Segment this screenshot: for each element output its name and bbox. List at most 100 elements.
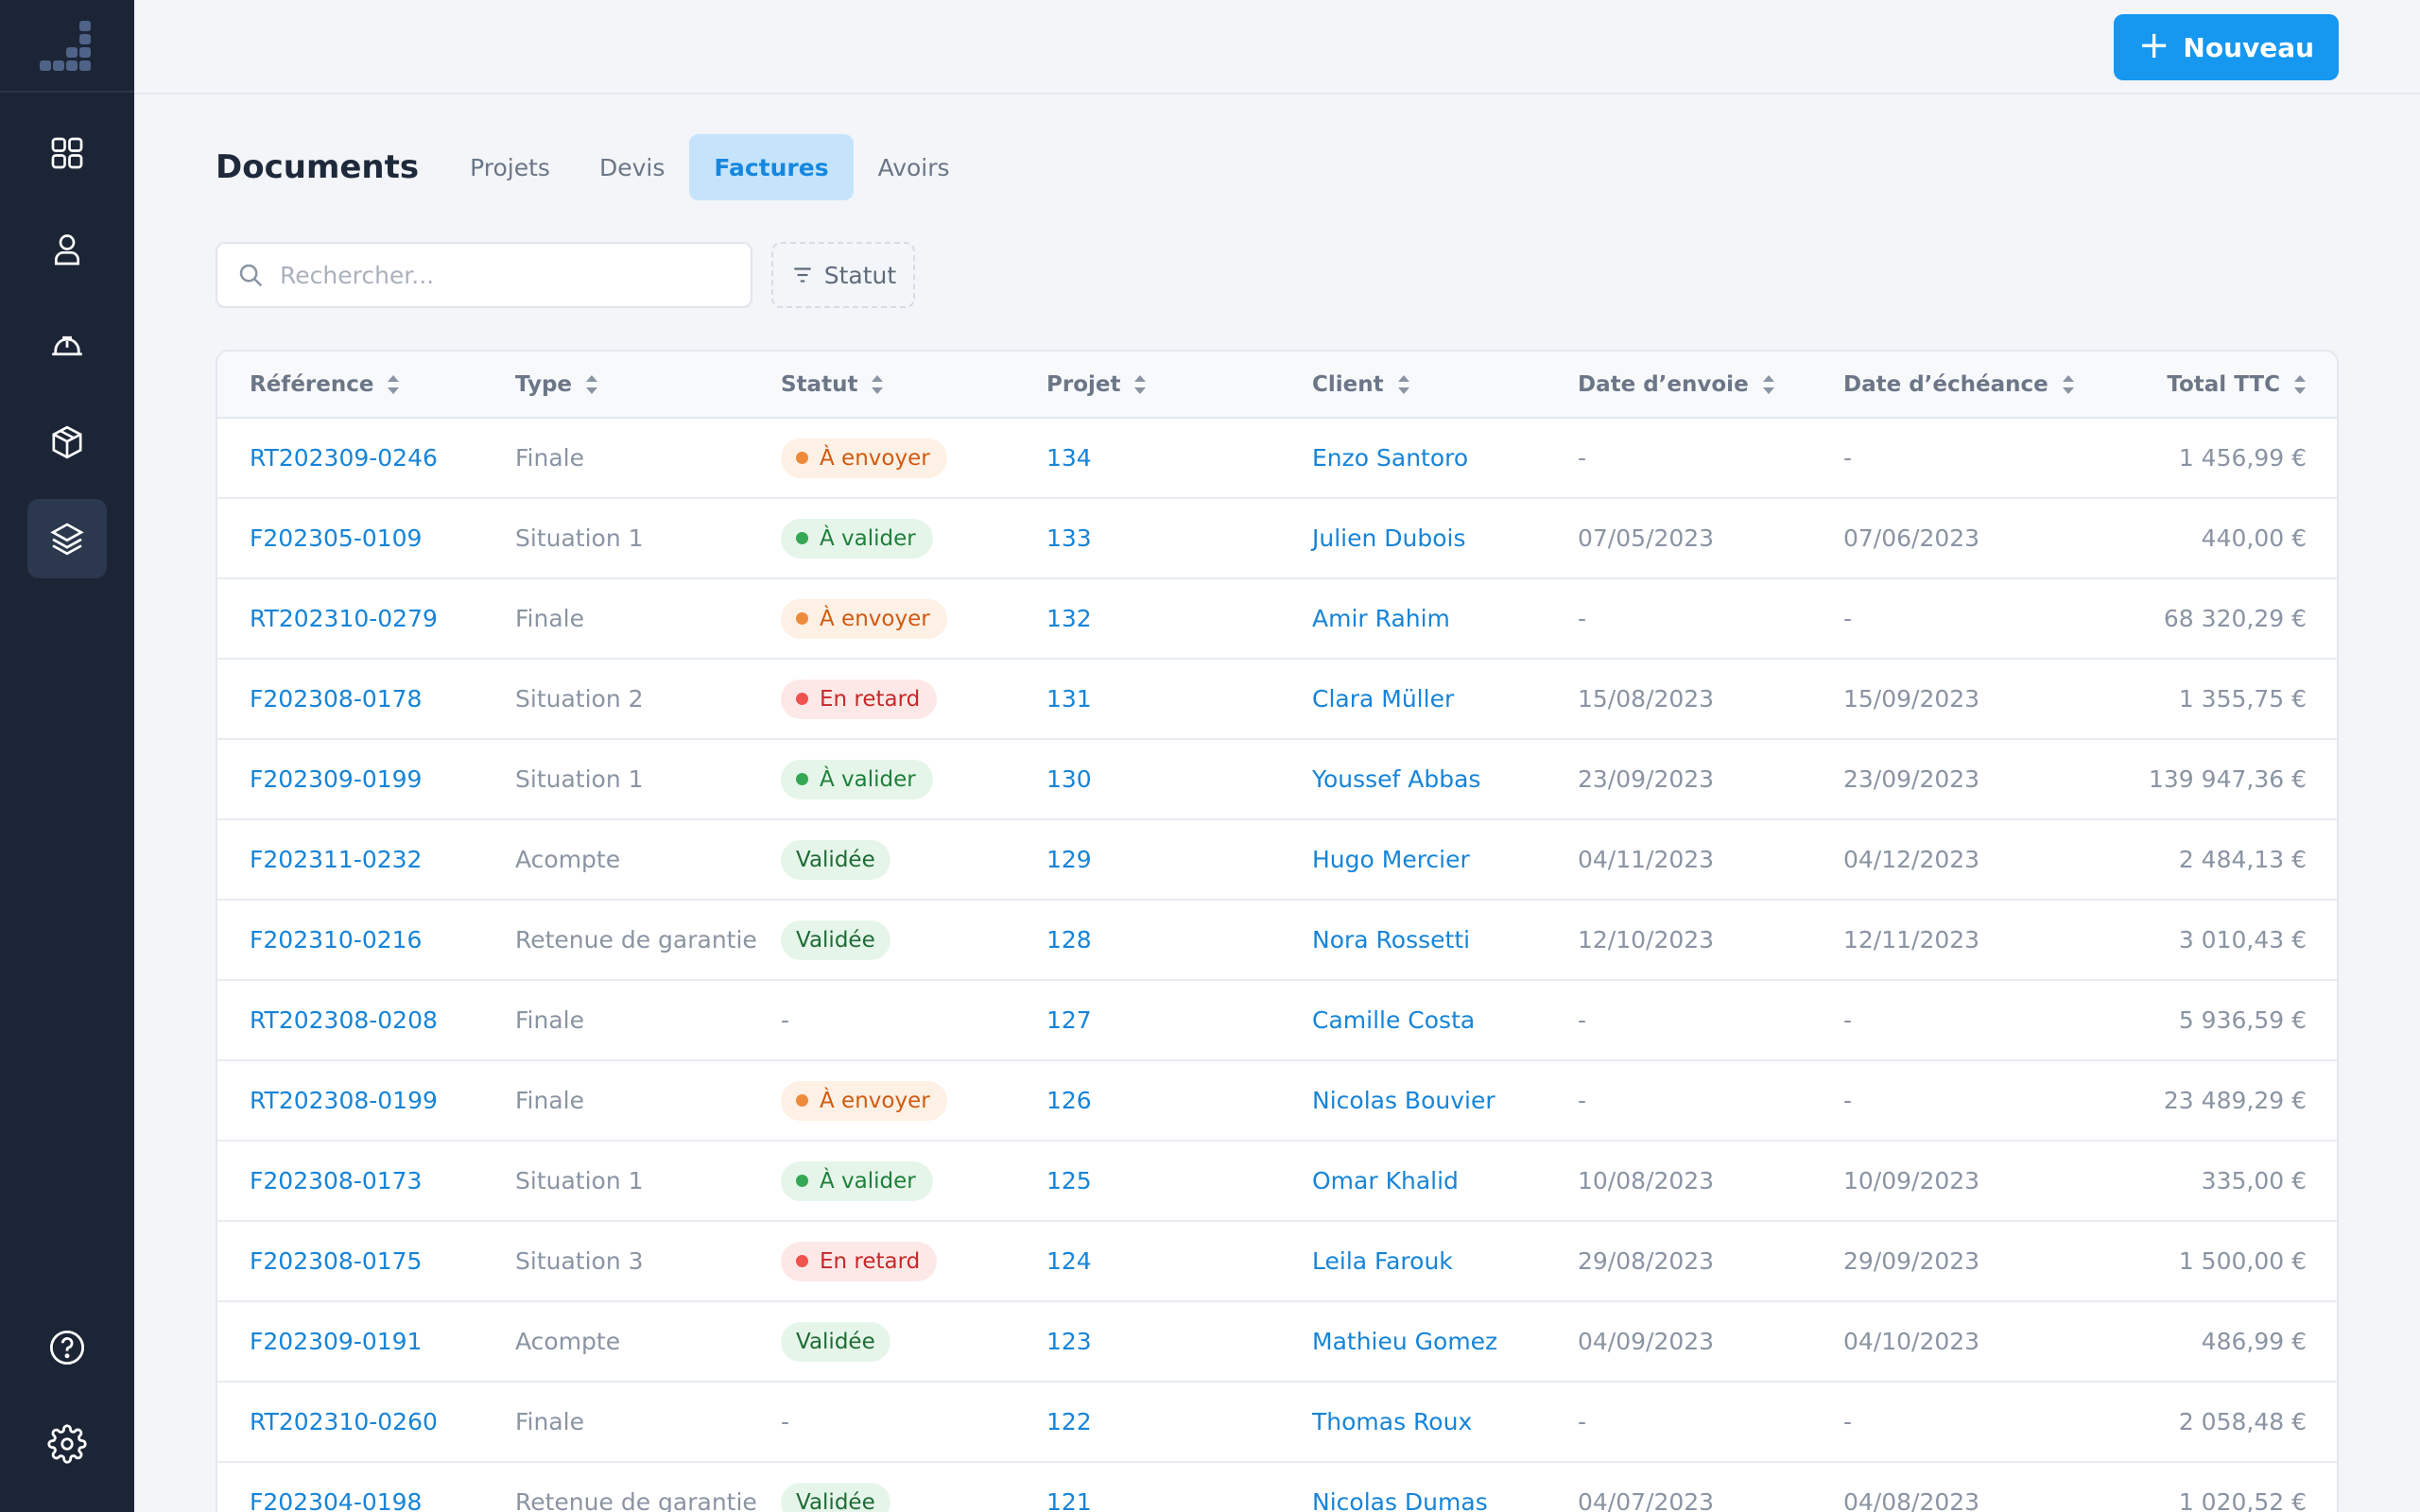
table-row[interactable]: F202304-0198 Retenue de garantie Validée 12… (217, 1462, 2337, 1512)
tab-devis[interactable]: Devis (575, 134, 689, 200)
col-statut-header[interactable]: Statut (749, 352, 1014, 419)
logo[interactable] (0, 0, 134, 93)
sidebar-item-clients[interactable] (27, 210, 107, 289)
table-row[interactable]: F202308-0175 Situation 3 En retard 124 Leila… (217, 1221, 2337, 1302)
project-link[interactable]: 122 (1014, 1382, 1280, 1463)
reference-link[interactable]: RT202310-0279 (217, 578, 483, 660)
table-row[interactable]: RT202310-0279 Finale À envoyer 132 Amir Rahi… (217, 578, 2337, 660)
reference-link[interactable]: F202310-0216 (217, 900, 483, 981)
client-link[interactable]: Youssef Abbas (1280, 739, 1546, 820)
reference-link[interactable]: RT202308-0208 (217, 980, 483, 1061)
client-link[interactable]: Thomas Roux (1280, 1382, 1546, 1463)
sort-icon[interactable] (1397, 373, 1410, 396)
table-row[interactable]: RT202309-0246 Finale À envoyer 134 Enzo Sant… (217, 418, 2337, 499)
status-badge: À envoyer (781, 438, 947, 478)
reference-link[interactable]: F202311-0232 (217, 819, 483, 901)
reference-link[interactable]: F202304-0198 (217, 1462, 483, 1512)
sort-icon[interactable] (387, 373, 400, 396)
project-link[interactable]: 133 (1014, 498, 1280, 579)
status-filter-button[interactable]: Statut (771, 242, 915, 308)
project-link[interactable]: 125 (1014, 1141, 1280, 1222)
invoices-table: Référence Type Statut Projet Client Date d’en… (216, 350, 2339, 1512)
type-cell: Acompte (483, 1301, 749, 1383)
table-row[interactable]: F202311-0232 Acompte Validée 129 Hugo Mercie… (217, 819, 2337, 901)
sort-icon[interactable] (2062, 373, 2075, 396)
client-link[interactable]: Clara Müller (1280, 659, 1546, 740)
client-link[interactable]: Camille Costa (1280, 980, 1546, 1061)
project-link[interactable]: 132 (1014, 578, 1280, 660)
table-row[interactable]: RT202308-0199 Finale À envoyer 126 Nicolas B… (217, 1060, 2337, 1142)
project-link[interactable]: 123 (1014, 1301, 1280, 1383)
project-link[interactable]: 128 (1014, 900, 1280, 981)
reference-link[interactable]: RT202310-0260 (217, 1382, 483, 1463)
col-date-envoi-header[interactable]: Date d’envoie (1546, 352, 1811, 419)
sort-icon[interactable] (871, 373, 884, 396)
sidebar-item-documents[interactable] (27, 499, 107, 578)
reference-link[interactable]: F202309-0199 (217, 739, 483, 820)
sort-icon[interactable] (2293, 373, 2307, 396)
sidebar-item-help[interactable] (27, 1308, 107, 1387)
client-link[interactable]: Nicolas Bouvier (1280, 1060, 1546, 1142)
col-client-header[interactable]: Client (1280, 352, 1546, 419)
sidebar-item-settings[interactable] (27, 1404, 107, 1484)
tab-projets[interactable]: Projets (445, 134, 575, 200)
status-label: Validée (796, 1329, 875, 1354)
status-badge: En retard (781, 679, 938, 719)
client-link[interactable]: Hugo Mercier (1280, 819, 1546, 901)
sidebar-item-articles[interactable] (27, 403, 107, 482)
sort-icon[interactable] (585, 373, 598, 396)
project-link[interactable]: 129 (1014, 819, 1280, 901)
project-link[interactable]: 126 (1014, 1060, 1280, 1142)
project-link[interactable]: 131 (1014, 659, 1280, 740)
reference-link[interactable]: RT202309-0246 (217, 418, 483, 499)
table-row[interactable]: F202308-0178 Situation 2 En retard 131 Clara… (217, 659, 2337, 740)
reference-link[interactable]: F202308-0173 (217, 1141, 483, 1222)
reference-link[interactable]: F202309-0191 (217, 1301, 483, 1383)
type-cell: Retenue de garantie (483, 1462, 757, 1512)
total-ttc-cell: 335,00 € (2077, 1141, 2337, 1222)
project-link[interactable]: 130 (1014, 739, 1280, 820)
sidebar-item-chantiers[interactable] (27, 306, 107, 386)
status-label: Validée (796, 1489, 875, 1512)
project-link[interactable]: 134 (1014, 418, 1280, 499)
box-icon (52, 425, 82, 459)
project-link[interactable]: 121 (1014, 1462, 1280, 1512)
reference-link[interactable]: RT202308-0199 (217, 1060, 483, 1142)
sidebar-item-dashboard[interactable] (27, 113, 107, 193)
sort-icon[interactable] (1133, 373, 1147, 396)
date-envoi-cell: 23/09/2023 (1546, 739, 1811, 820)
table-row[interactable]: F202309-0199 Situation 1 À valider 130 Youss… (217, 739, 2337, 820)
table-row[interactable]: F202310-0216 Retenue de garantie Validée 12… (217, 900, 2337, 981)
col-projet-header[interactable]: Projet (1014, 352, 1280, 419)
col-reference-header[interactable]: Référence (217, 352, 483, 419)
col-type-header[interactable]: Type (483, 352, 749, 419)
client-link[interactable]: Enzo Santoro (1280, 418, 1546, 499)
client-link[interactable]: Leila Farouk (1280, 1221, 1546, 1302)
table-row[interactable]: F202308-0173 Situation 1 À valider 125 Omar … (217, 1141, 2337, 1222)
client-link[interactable]: Nicolas Dumas (1280, 1462, 1546, 1512)
reference-link[interactable]: F202308-0178 (217, 659, 483, 740)
client-link[interactable]: Amir Rahim (1280, 578, 1546, 660)
tab-avoirs[interactable]: Avoirs (854, 134, 975, 200)
col-total-ttc-header[interactable]: Total TTC (2077, 352, 2337, 419)
date-envoi-cell: 04/07/2023 (1546, 1462, 1811, 1512)
project-link[interactable]: 124 (1014, 1221, 1280, 1302)
new-button[interactable]: + Nouveau (2114, 14, 2339, 80)
client-link[interactable]: Omar Khalid (1280, 1141, 1546, 1222)
status-cell: Validée (749, 900, 1014, 981)
table-row[interactable]: RT202308-0208 Finale -127 Camille Costa - -5 … (217, 980, 2337, 1061)
table-row[interactable]: RT202310-0260 Finale -122 Thomas Roux - -2 05… (217, 1382, 2337, 1463)
table-row[interactable]: F202309-0191 Acompte Validée 123 Mathieu Gom… (217, 1301, 2337, 1383)
reference-link[interactable]: F202308-0175 (217, 1221, 483, 1302)
sort-icon[interactable] (1762, 373, 1775, 396)
reference-link[interactable]: F202305-0109 (217, 498, 483, 579)
search-input[interactable] (280, 261, 734, 289)
table-row[interactable]: F202305-0109 Situation 1 À valider 133 Julie… (217, 498, 2337, 579)
tab-factures[interactable]: Factures (689, 134, 854, 200)
status-label: À valider (820, 766, 916, 792)
col-date-echeance-header[interactable]: Date d’échéance (1811, 352, 2077, 419)
client-link[interactable]: Nora Rossetti (1280, 900, 1546, 981)
client-link[interactable]: Julien Dubois (1280, 498, 1546, 579)
project-link[interactable]: 127 (1014, 980, 1280, 1061)
client-link[interactable]: Mathieu Gomez (1280, 1301, 1546, 1383)
